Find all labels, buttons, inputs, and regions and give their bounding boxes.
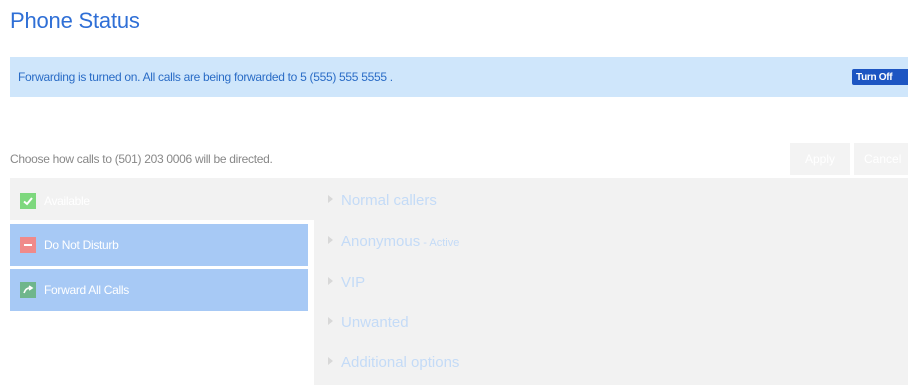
expand-arrow-icon xyxy=(328,317,333,325)
status-option-label: Available xyxy=(44,194,90,208)
rule-label: Anonymous xyxy=(341,233,421,250)
rule-anonymous[interactable]: Anonymous - Active xyxy=(328,233,459,250)
minus-icon xyxy=(20,237,36,253)
rule-unwanted[interactable]: Unwanted xyxy=(328,314,409,331)
rule-normal-callers[interactable]: Normal callers xyxy=(328,192,437,209)
check-icon xyxy=(20,193,36,209)
instructions-text: Choose how calls to (501) 203 0006 will … xyxy=(10,152,273,166)
page-title: Phone Status xyxy=(10,8,140,33)
turn-off-button[interactable]: Turn Off xyxy=(852,69,908,85)
status-option-available[interactable]: Available xyxy=(10,180,308,222)
expand-arrow-icon xyxy=(328,357,333,365)
status-option-label: Forward All Calls xyxy=(44,283,129,297)
rule-vip[interactable]: VIP xyxy=(328,274,365,291)
status-option-label: Do Not Disturb xyxy=(44,238,119,252)
banner-message: Forwarding is turned on. All calls are b… xyxy=(18,70,393,84)
rule-label: Normal callers xyxy=(341,192,437,209)
apply-button[interactable]: Apply xyxy=(790,143,850,175)
status-option-forward-all-calls[interactable]: Forward All Calls xyxy=(10,269,308,311)
forwarding-banner: Forwarding is turned on. All calls are b… xyxy=(10,57,908,97)
expand-arrow-icon xyxy=(328,195,333,203)
rule-additional-options[interactable]: Additional options xyxy=(328,354,459,371)
status-option-do-not-disturb[interactable]: Do Not Disturb xyxy=(10,224,308,266)
rule-label: Additional options xyxy=(341,354,460,371)
cancel-button[interactable]: Cancel xyxy=(854,143,908,175)
forward-arrow-icon xyxy=(20,282,36,298)
active-badge: - Active xyxy=(420,237,460,249)
expand-arrow-icon xyxy=(328,277,333,285)
rule-label: Unwanted xyxy=(341,314,409,331)
rule-label: VIP xyxy=(341,274,366,291)
expand-arrow-icon xyxy=(328,236,333,244)
